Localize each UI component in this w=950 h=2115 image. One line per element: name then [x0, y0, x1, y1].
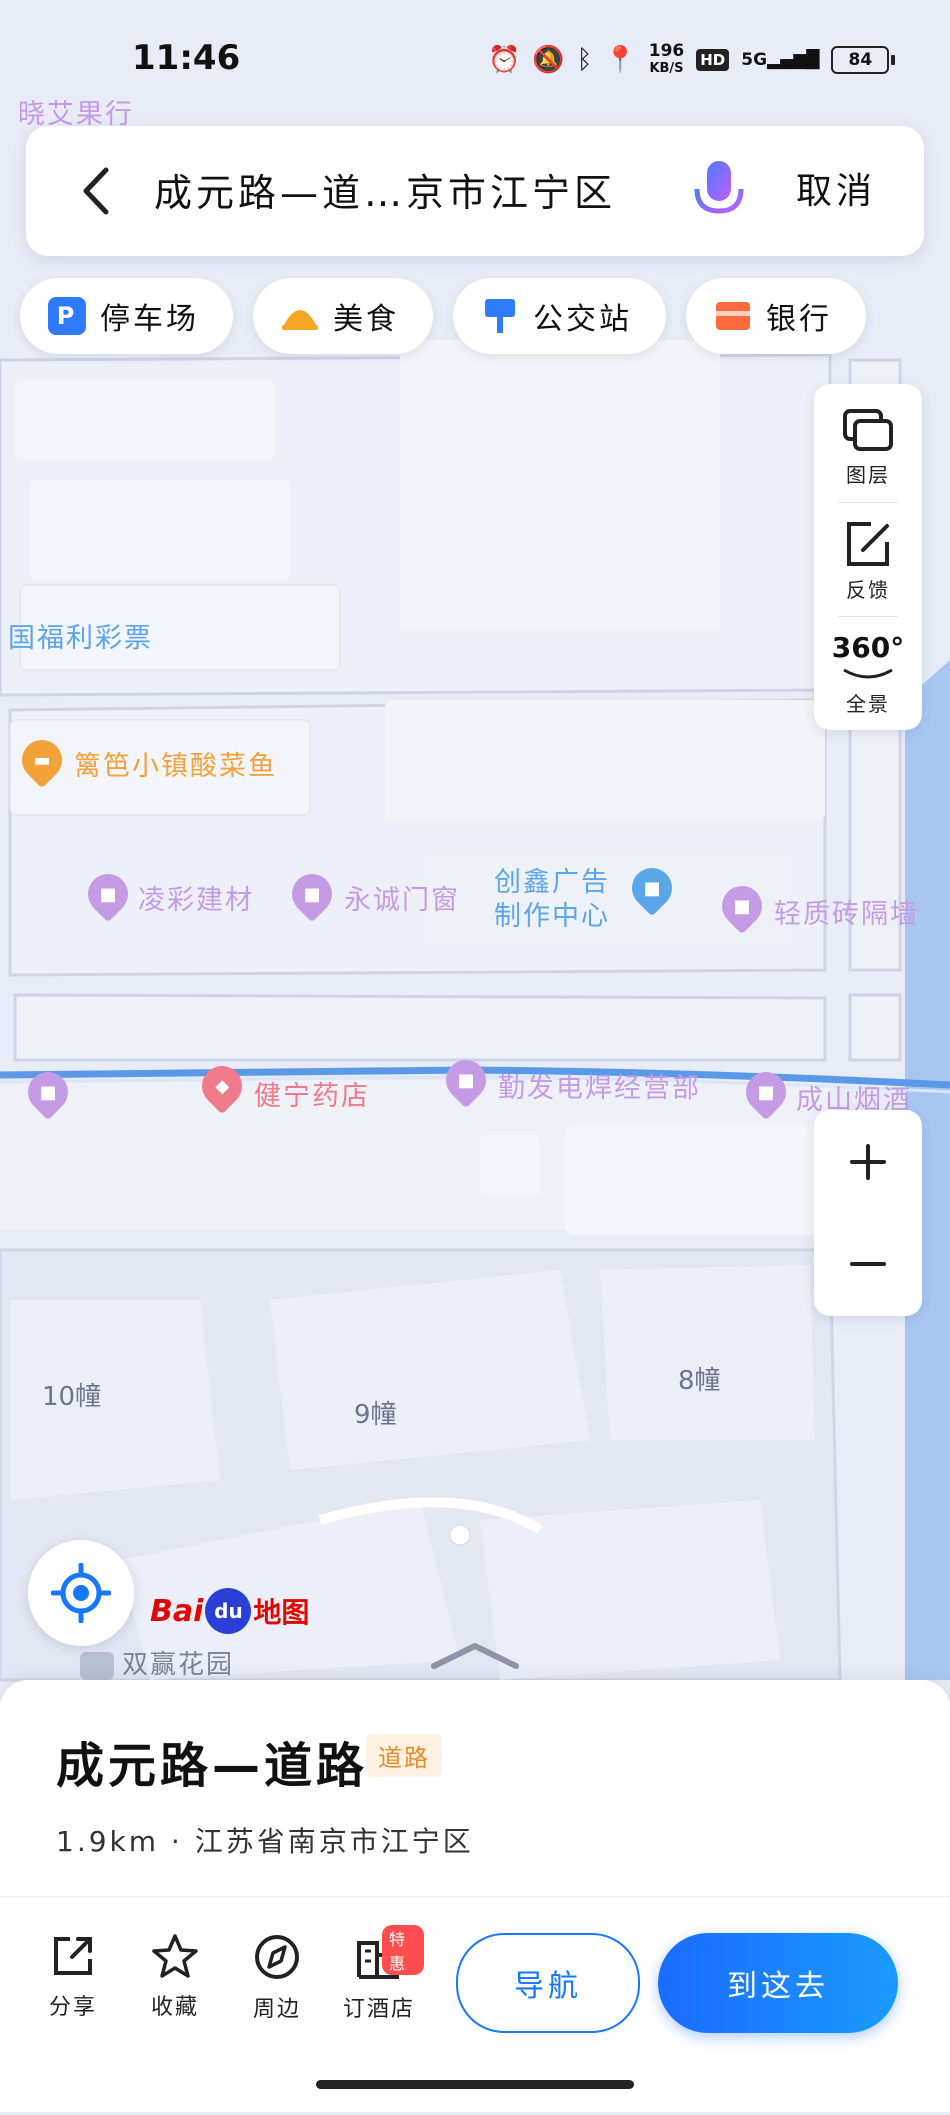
microphone-icon: [694, 161, 744, 223]
residence-icon: [80, 1651, 114, 1680]
chip-label: 公交站: [533, 302, 632, 337]
logo-map: 地图: [253, 1596, 310, 1629]
status-time: 11:46: [132, 38, 241, 78]
home-indicator[interactable]: [316, 2080, 634, 2089]
plus-icon: [850, 1144, 886, 1180]
layers-button[interactable]: 图层: [814, 392, 922, 502]
search-bar: 成元路—道…京市江宁区 取消: [26, 126, 924, 256]
status-icons: ⏰ 🔕 ᛒ 📍 196 KB/S HD 5G▂▄▆█ 84: [488, 40, 896, 80]
chip-parking[interactable]: P 停车场: [20, 278, 233, 354]
hotel-booking-button[interactable]: 特惠 订酒店: [334, 1925, 424, 2023]
voice-search-button[interactable]: [684, 154, 754, 230]
bluetooth-icon: ᛒ: [576, 45, 593, 75]
location-icon: 📍: [604, 45, 637, 75]
share-icon: [54, 1937, 92, 1975]
compass-icon: [255, 1935, 299, 1979]
chip-label: 银行: [766, 302, 832, 337]
building-label: 8幢: [678, 1366, 721, 1396]
favorite-button[interactable]: 收藏: [130, 1933, 220, 2021]
feedback-label: 反馈: [846, 577, 890, 602]
panorama-button[interactable]: 360° 全景: [814, 620, 922, 730]
network-speed-value: 196: [648, 41, 685, 61]
residence-label: 双赢花园: [122, 1650, 235, 1680]
hd-badge: HD: [696, 49, 730, 71]
poi-label-qingzhi[interactable]: 轻质砖隔墙: [774, 892, 919, 931]
back-button[interactable]: [66, 158, 126, 224]
chip-bank[interactable]: 银行: [686, 278, 866, 354]
logo-bai: Bai: [150, 1593, 204, 1629]
poi-label-yongcheng[interactable]: 永诚门窗: [344, 878, 460, 917]
battery-level: 84: [831, 46, 890, 74]
building-label: 9幢: [354, 1400, 397, 1430]
place-detail-sheet[interactable]: 成元路—道路 道路 1.9km · 江苏省南京市江宁区 分享 收藏 周边 特惠 …: [0, 1643, 950, 2112]
logo-paw: du: [205, 1588, 252, 1634]
chevron-left-icon: [83, 167, 109, 215]
battery-icon: 84: [831, 46, 896, 74]
feedback-button[interactable]: 反馈: [814, 506, 922, 616]
favorite-label: 收藏: [150, 1995, 199, 2020]
poi-label-lottery[interactable]: 国福利彩票: [8, 616, 153, 655]
share-label: 分享: [48, 1995, 97, 2020]
place-title: 成元路—道路: [56, 1738, 369, 1794]
nearby-label: 周边: [252, 1997, 301, 2022]
minus-icon: [850, 1262, 886, 1266]
panorama-360-icon: 360°: [831, 630, 905, 664]
feedback-edit-icon: [847, 521, 889, 566]
layers-label: 图层: [846, 462, 890, 487]
locate-me-button[interactable]: [28, 1540, 134, 1646]
navigate-button[interactable]: 导航: [456, 1933, 640, 2033]
chip-label: 停车场: [100, 302, 199, 337]
layers-icon: [843, 408, 893, 451]
chip-food[interactable]: 美食: [253, 278, 433, 354]
zoom-out-button[interactable]: [814, 1214, 922, 1314]
panorama-label: 全景: [846, 691, 890, 716]
poi-label-qinfa[interactable]: 勤发电焊经营部: [498, 1066, 701, 1105]
search-query[interactable]: 成元路—道…京市江宁区: [154, 162, 674, 217]
building-label: 10幢: [42, 1382, 102, 1412]
hotel-label: 订酒店: [342, 1997, 415, 2022]
network-speed: 196 KB/S: [649, 43, 685, 77]
chip-bus-stop[interactable]: 公交站: [453, 278, 666, 354]
poi-label-chuangxin-line2[interactable]: 制作中心: [494, 894, 610, 933]
place-type-tag: 道路: [366, 1734, 442, 1777]
go-here-button[interactable]: 到这去: [658, 1933, 898, 2033]
deal-badge: 特惠: [382, 1925, 424, 1975]
zoom-controls: [814, 1110, 922, 1316]
map-tools-panel: 图层 反馈 360° 全景: [814, 384, 922, 730]
rotate-arc-icon: [843, 668, 893, 678]
bank-card-icon: [714, 297, 752, 335]
status-bar: 11:46 ⏰ 🔕 ᛒ 📍 196 KB/S HD 5G▂▄▆█ 84: [0, 0, 950, 120]
chevron-up-icon[interactable]: [430, 1640, 520, 1670]
crosshair-locate-icon: [51, 1563, 111, 1623]
poi-label-suancaiyu[interactable]: 篱笆小镇酸菜鱼: [74, 744, 277, 783]
network-type: 5G: [741, 50, 768, 70]
alarm-icon: ⏰: [488, 45, 521, 75]
baidu-map-logo: Bai du 地图: [150, 1588, 309, 1634]
bus-stop-icon: [481, 297, 519, 335]
poi-label-shuangying[interactable]: 双赢花园: [80, 1644, 234, 1681]
nearby-button[interactable]: 周边: [232, 1933, 322, 2023]
poi-label-jianning[interactable]: 健宁药店: [254, 1074, 370, 1113]
signal-icon: 5G▂▄▆█: [741, 50, 820, 70]
cancel-button[interactable]: 取消: [796, 162, 876, 214]
share-button[interactable]: 分享: [28, 1933, 118, 2021]
chip-label: 美食: [333, 302, 399, 337]
place-distance-address: 1.9km · 江苏省南京市江宁区: [56, 1825, 474, 1858]
poi-label-lingcai[interactable]: 凌彩建材: [138, 878, 254, 917]
mute-icon: 🔕: [532, 45, 565, 75]
parking-icon: P: [48, 297, 86, 335]
star-icon: [152, 1934, 198, 1978]
food-icon: [281, 297, 319, 335]
network-speed-unit: KB/S: [649, 61, 684, 76]
category-chips: P 停车场 美食 公交站 银行: [20, 278, 866, 354]
zoom-in-button[interactable]: [814, 1112, 922, 1212]
